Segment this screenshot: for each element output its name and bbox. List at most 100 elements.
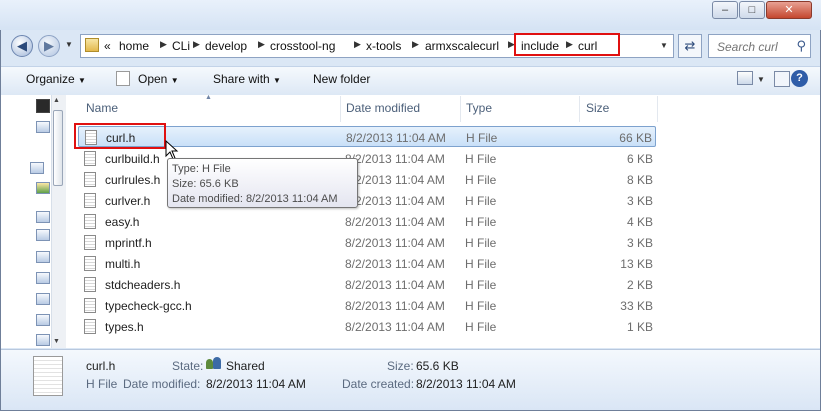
mouse-cursor-icon: [165, 140, 179, 160]
scroll-up-icon[interactable]: ▲: [53, 97, 60, 104]
organize-menu[interactable]: Organize ▼: [26, 72, 86, 86]
file-size: 1 KB: [626, 320, 653, 334]
file-name: mprintf.h: [105, 236, 152, 250]
details-created-label: Date created:: [342, 377, 415, 391]
file-name: types.h: [105, 320, 144, 334]
search-icon[interactable]: ⚲: [796, 38, 806, 54]
video-icon[interactable]: [36, 99, 50, 113]
file-type: H File: [465, 173, 497, 187]
column-divider[interactable]: [460, 96, 461, 122]
breadcrumb-separator-icon[interactable]: ▶: [354, 39, 361, 50]
back-arrow-icon: ◀: [17, 38, 27, 53]
table-row[interactable]: types.h 8/2/2013 11:04 AM H File 1 KB: [78, 316, 656, 337]
table-row[interactable]: easy.h 8/2/2013 11:04 AM H File 4 KB: [78, 211, 656, 232]
table-row[interactable]: typecheck-gcc.h 8/2/2013 11:04 AM H File…: [78, 295, 656, 316]
file-type: H File: [465, 278, 497, 292]
breadcrumb-cli[interactable]: CLi: [172, 39, 190, 53]
file-date: 8/2/2013 11:04 AM: [346, 131, 446, 145]
file-icon: [84, 319, 96, 334]
breadcrumb-separator-icon[interactable]: ▶: [160, 39, 167, 50]
file-date: 8/2/2013 11:04 AM: [345, 194, 445, 208]
help-icon[interactable]: ?: [791, 70, 808, 87]
recent-pages-dropdown-icon[interactable]: ▼: [65, 40, 73, 49]
search-input[interactable]: [715, 36, 795, 58]
file-type: H File: [465, 236, 497, 250]
new-folder-button[interactable]: New folder: [313, 72, 370, 86]
close-button[interactable]: ✕: [766, 1, 812, 19]
forward-button[interactable]: ▶: [38, 35, 60, 57]
chevron-down-icon: ▼: [78, 76, 86, 85]
drive-icon[interactable]: [36, 211, 50, 223]
network-drive-icon[interactable]: [36, 229, 50, 241]
breadcrumb-separator-icon[interactable]: ▶: [193, 39, 200, 50]
file-name: curlrules.h: [105, 173, 161, 187]
column-divider[interactable]: [657, 96, 658, 122]
tooltip-size: Size: 65.6 KB: [172, 178, 239, 190]
back-button[interactable]: ◀: [11, 35, 33, 57]
table-row[interactable]: multi.h 8/2/2013 11:04 AM H File 13 KB: [78, 253, 656, 274]
column-header-type[interactable]: Type: [466, 101, 492, 115]
file-date: 8/2/2013 11:04 AM: [345, 236, 445, 250]
chevron-down-icon: ▼: [170, 76, 179, 85]
library-icon[interactable]: [36, 121, 50, 133]
file-info-tooltip: Type: H File Size: 65.6 KB Date modified…: [167, 158, 358, 208]
column-divider[interactable]: [340, 96, 341, 122]
network-drive-icon[interactable]: [36, 314, 50, 326]
breadcrumb-x-tools[interactable]: x-tools: [366, 39, 401, 53]
table-row[interactable]: mprintf.h 8/2/2013 11:04 AM H File 3 KB: [78, 232, 656, 253]
file-icon: [84, 172, 96, 187]
file-icon: [84, 277, 96, 292]
shared-users-icon: [206, 357, 222, 370]
minimize-button[interactable]: –: [712, 1, 738, 19]
table-row[interactable]: curlrules.h 8/2/2013 11:04 AM H File 8 K…: [78, 169, 656, 190]
maximize-button[interactable]: □: [739, 1, 765, 19]
breadcrumb-armxscalecurl[interactable]: armxscalecurl: [425, 39, 499, 53]
file-type: H File: [465, 152, 497, 166]
preview-pane-icon[interactable]: [774, 71, 790, 87]
file-type: H File: [465, 215, 497, 229]
column-divider[interactable]: [579, 96, 580, 122]
open-button[interactable]: Open ▼: [138, 72, 179, 86]
scroll-down-icon[interactable]: ▼: [53, 338, 60, 345]
search-box[interactable]: ⚲: [708, 34, 811, 58]
column-header-name[interactable]: Name: [86, 101, 118, 115]
table-row[interactable]: stdcheaders.h 8/2/2013 11:04 AM H File 2…: [78, 274, 656, 295]
breadcrumb-develop[interactable]: develop: [205, 39, 247, 53]
open-file-icon: [116, 71, 130, 86]
chevron-down-icon[interactable]: ▼: [757, 75, 765, 84]
refresh-button[interactable]: ⇄: [678, 34, 702, 58]
view-options-icon[interactable]: [737, 71, 753, 85]
breadcrumb-separator-icon[interactable]: ▶: [258, 39, 265, 50]
file-date: 8/2/2013 11:04 AM: [345, 173, 445, 187]
column-header-size[interactable]: Size: [586, 101, 609, 115]
file-icon: [84, 298, 96, 313]
network-drive-icon[interactable]: [36, 334, 50, 346]
breadcrumb-home[interactable]: home: [119, 39, 149, 53]
control-panel-icon[interactable]: [36, 182, 50, 194]
details-size-label: Size:: [387, 359, 414, 373]
network-drive-icon[interactable]: [36, 251, 50, 263]
breadcrumb-separator-icon[interactable]: ▶: [412, 39, 419, 50]
network-drive-icon[interactable]: [36, 293, 50, 305]
navigation-scroll-thumb[interactable]: [53, 110, 63, 186]
share-with-menu[interactable]: Share with ▼: [213, 72, 281, 86]
breadcrumb-overflow[interactable]: «: [104, 39, 111, 53]
file-icon: [84, 214, 96, 229]
highlight-box-selected-file: [74, 123, 166, 149]
computer-icon[interactable]: [30, 162, 44, 174]
file-size: 33 KB: [620, 299, 653, 313]
address-history-dropdown-icon[interactable]: ▼: [660, 41, 668, 50]
details-modified-label: Date modified:: [123, 377, 201, 391]
details-state-label: State:: [172, 359, 204, 373]
file-date: 8/2/2013 11:04 AM: [345, 278, 445, 292]
table-row[interactable]: curlver.h 8/2/2013 11:04 AM H File 3 KB: [78, 190, 656, 211]
details-created-value: 8/2/2013 11:04 AM: [416, 377, 516, 391]
network-drive-icon[interactable]: [36, 272, 50, 284]
column-header-date-modified[interactable]: Date modified: [346, 101, 420, 115]
details-size-value: 65.6 KB: [416, 359, 459, 373]
file-type: H File: [465, 257, 497, 271]
file-size: 66 KB: [619, 131, 652, 145]
breadcrumb-crosstool-ng[interactable]: crosstool-ng: [270, 39, 335, 53]
forward-arrow-icon: ▶: [44, 38, 54, 53]
file-date: 8/2/2013 11:04 AM: [345, 152, 445, 166]
